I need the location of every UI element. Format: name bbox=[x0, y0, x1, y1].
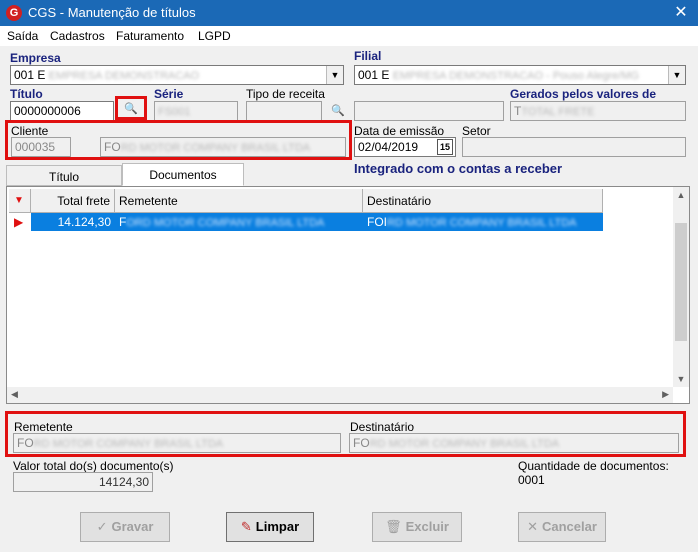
destinatario-label: Destinatário bbox=[350, 420, 415, 434]
close-icon[interactable]: ✕ bbox=[670, 4, 692, 22]
filial-label: Filial bbox=[354, 49, 382, 63]
empresa-select[interactable]: 001 E EMPRESA DEMONSTRACAO ▼ bbox=[10, 65, 344, 85]
titulo-label: Título bbox=[10, 87, 43, 101]
gerados-label: Gerados pelos valores de bbox=[510, 87, 657, 101]
close-icon: ✕ bbox=[527, 519, 538, 534]
table-row[interactable]: 14.124,30 FORD MOTOR COMPANY BRASIL LTDA… bbox=[31, 213, 603, 231]
setor-input bbox=[462, 137, 686, 157]
grid-header-destinatario[interactable]: Destinatário bbox=[363, 189, 603, 213]
menu-cadastros[interactable]: Cadastros bbox=[50, 29, 105, 43]
scrollbar-thumb[interactable] bbox=[675, 223, 687, 341]
menu-faturamento[interactable]: Faturamento bbox=[116, 29, 184, 43]
delete-button[interactable]: 🗑 Excluir bbox=[372, 512, 462, 542]
data-emissao-label: Data de emissão bbox=[354, 124, 445, 138]
grid-header-total-frete[interactable]: Total frete bbox=[31, 189, 115, 213]
cliente-code: 000035 bbox=[11, 137, 71, 157]
cliente-label: Cliente bbox=[11, 124, 49, 138]
menu-lgpd[interactable]: LGPD bbox=[198, 29, 231, 43]
serie-input: FS001 bbox=[154, 101, 238, 121]
menu-saida[interactable]: Saída bbox=[7, 29, 38, 43]
cell-total-frete: 14.124,30 bbox=[57, 215, 111, 229]
setor-label: Setor bbox=[462, 124, 491, 138]
valor-total-label: Valor total do(s) documento(s) bbox=[13, 459, 174, 473]
tipo-receita-label: Tipo de receita bbox=[246, 87, 325, 101]
menu-bar: Saída Cadastros Faturamento LGPD bbox=[0, 26, 698, 46]
cell-destinatario: FOIRD MOTOR COMPANY BRASIL LTDA bbox=[367, 215, 577, 229]
cliente-name: FORD MOTOR COMPANY BRASIL LTDA bbox=[100, 137, 346, 157]
tipo-receita-desc bbox=[354, 101, 504, 121]
cancel-button[interactable]: ✕ Cancelar bbox=[518, 512, 606, 542]
horizontal-scrollbar[interactable]: ◀ ▶ bbox=[7, 387, 673, 403]
documents-grid[interactable]: ▼ Total frete Remetente Destinatário ▶ 1… bbox=[6, 186, 690, 404]
eraser-icon: ✎ bbox=[240, 519, 252, 534]
vertical-scrollbar[interactable]: ▲ ▼ bbox=[673, 187, 689, 387]
caret-down-icon: ▼ bbox=[14, 195, 24, 206]
quantidade-documentos: Quantidade de documentos: 0001 bbox=[518, 459, 669, 487]
title-bar: G CGS - Manutenção de títulos ✕ bbox=[0, 0, 698, 26]
chevron-down-icon[interactable]: ▼ bbox=[326, 66, 343, 84]
data-emissao-input[interactable]: 02/04/2019 15 bbox=[354, 137, 456, 157]
tab-documentos[interactable]: Documentos bbox=[122, 163, 244, 186]
integrado-text: Integrado com o contas a receber bbox=[354, 161, 563, 176]
clear-button[interactable]: ✎ Limpar bbox=[226, 512, 314, 542]
trash-icon: 🗑 bbox=[385, 519, 402, 534]
grid-header-remetente[interactable]: Remetente bbox=[115, 189, 363, 213]
binoculars-icon[interactable]: 🔍 bbox=[120, 102, 142, 115]
gerados-input: TTOTAL FRETE bbox=[510, 101, 686, 121]
row-indicator-icon: ▶ bbox=[9, 213, 29, 231]
calendar-icon[interactable]: 15 bbox=[437, 139, 453, 155]
save-button[interactable]: ✓ Gravar bbox=[80, 512, 170, 542]
filial-select[interactable]: 001 E EMPRESA DEMONSTRACAO - Pouso Alegr… bbox=[354, 65, 686, 85]
app-logo-icon: G bbox=[6, 5, 22, 21]
valor-total-field: 14124,30 bbox=[13, 472, 153, 492]
chevron-down-icon[interactable]: ▼ bbox=[668, 66, 685, 84]
check-icon: ✓ bbox=[96, 519, 108, 534]
titulo-input[interactable]: 0000000006 bbox=[10, 101, 114, 121]
grid-indicator-header: ▼ bbox=[9, 189, 31, 213]
tipo-receita-input bbox=[246, 101, 322, 121]
cell-remetente: FORD MOTOR COMPANY BRASIL LTDA bbox=[119, 215, 325, 229]
remetente-label: Remetente bbox=[14, 420, 73, 434]
empresa-label: Empresa bbox=[10, 51, 61, 65]
tab-titulo[interactable]: Título bbox=[6, 165, 122, 186]
serie-label: Série bbox=[154, 87, 184, 101]
destinatario-field: FORD MOTOR COMPANY BRASIL LTDA bbox=[349, 433, 679, 453]
binoculars-icon[interactable]: 🔍 bbox=[328, 104, 348, 117]
window-title: CGS - Manutenção de títulos bbox=[28, 5, 196, 20]
remetente-field: FORD MOTOR COMPANY BRASIL LTDA bbox=[13, 433, 341, 453]
